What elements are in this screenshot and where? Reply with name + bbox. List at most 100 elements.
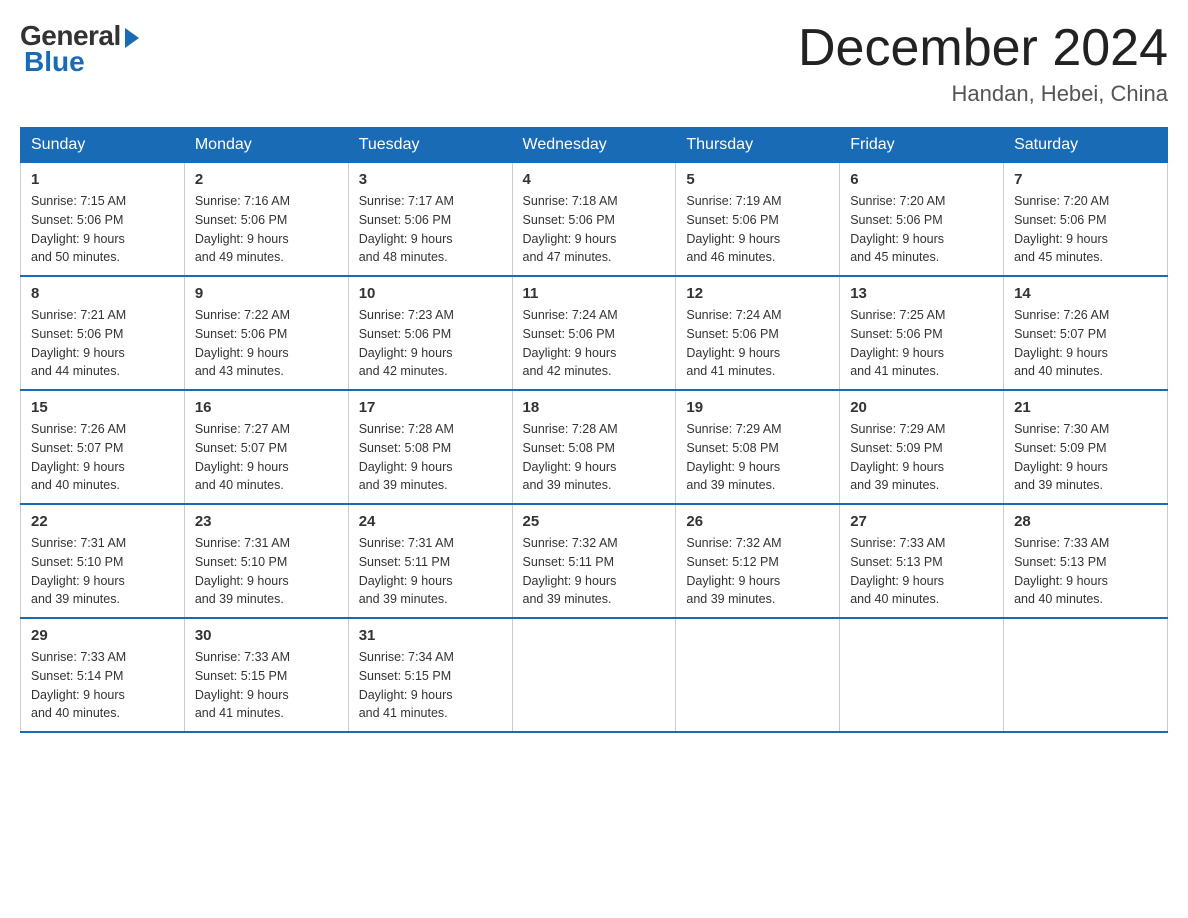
header-saturday: Saturday	[1004, 128, 1168, 163]
calendar-cell: 19 Sunrise: 7:29 AM Sunset: 5:08 PM Dayl…	[676, 390, 840, 504]
calendar-cell: 27 Sunrise: 7:33 AM Sunset: 5:13 PM Dayl…	[840, 504, 1004, 618]
calendar-cell: 8 Sunrise: 7:21 AM Sunset: 5:06 PM Dayli…	[21, 276, 185, 390]
calendar-week-row: 15 Sunrise: 7:26 AM Sunset: 5:07 PM Dayl…	[21, 390, 1168, 504]
day-info: Sunrise: 7:25 AM Sunset: 5:06 PM Dayligh…	[850, 306, 993, 381]
calendar-cell: 3 Sunrise: 7:17 AM Sunset: 5:06 PM Dayli…	[348, 163, 512, 277]
day-info: Sunrise: 7:27 AM Sunset: 5:07 PM Dayligh…	[195, 420, 338, 495]
header-wednesday: Wednesday	[512, 128, 676, 163]
day-number: 14	[1014, 285, 1157, 302]
calendar-cell: 1 Sunrise: 7:15 AM Sunset: 5:06 PM Dayli…	[21, 163, 185, 277]
day-info: Sunrise: 7:32 AM Sunset: 5:12 PM Dayligh…	[686, 534, 829, 609]
calendar-cell	[512, 618, 676, 732]
calendar-week-row: 29 Sunrise: 7:33 AM Sunset: 5:14 PM Dayl…	[21, 618, 1168, 732]
calendar-cell: 15 Sunrise: 7:26 AM Sunset: 5:07 PM Dayl…	[21, 390, 185, 504]
calendar-cell	[1004, 618, 1168, 732]
day-number: 22	[31, 513, 174, 530]
calendar-cell: 16 Sunrise: 7:27 AM Sunset: 5:07 PM Dayl…	[184, 390, 348, 504]
day-info: Sunrise: 7:24 AM Sunset: 5:06 PM Dayligh…	[686, 306, 829, 381]
calendar-week-row: 1 Sunrise: 7:15 AM Sunset: 5:06 PM Dayli…	[21, 163, 1168, 277]
calendar-cell: 23 Sunrise: 7:31 AM Sunset: 5:10 PM Dayl…	[184, 504, 348, 618]
header-thursday: Thursday	[676, 128, 840, 163]
header-tuesday: Tuesday	[348, 128, 512, 163]
day-info: Sunrise: 7:24 AM Sunset: 5:06 PM Dayligh…	[523, 306, 666, 381]
day-info: Sunrise: 7:23 AM Sunset: 5:06 PM Dayligh…	[359, 306, 502, 381]
calendar-subtitle: Handan, Hebei, China	[798, 81, 1168, 107]
day-info: Sunrise: 7:22 AM Sunset: 5:06 PM Dayligh…	[195, 306, 338, 381]
calendar-cell: 21 Sunrise: 7:30 AM Sunset: 5:09 PM Dayl…	[1004, 390, 1168, 504]
calendar-cell: 30 Sunrise: 7:33 AM Sunset: 5:15 PM Dayl…	[184, 618, 348, 732]
calendar-cell: 14 Sunrise: 7:26 AM Sunset: 5:07 PM Dayl…	[1004, 276, 1168, 390]
day-info: Sunrise: 7:34 AM Sunset: 5:15 PM Dayligh…	[359, 648, 502, 723]
day-info: Sunrise: 7:28 AM Sunset: 5:08 PM Dayligh…	[523, 420, 666, 495]
day-number: 24	[359, 513, 502, 530]
day-info: Sunrise: 7:33 AM Sunset: 5:14 PM Dayligh…	[31, 648, 174, 723]
day-number: 25	[523, 513, 666, 530]
calendar-header-row: SundayMondayTuesdayWednesdayThursdayFrid…	[21, 128, 1168, 163]
day-number: 19	[686, 399, 829, 416]
calendar-cell: 25 Sunrise: 7:32 AM Sunset: 5:11 PM Dayl…	[512, 504, 676, 618]
calendar-cell: 22 Sunrise: 7:31 AM Sunset: 5:10 PM Dayl…	[21, 504, 185, 618]
day-number: 4	[523, 171, 666, 188]
day-number: 28	[1014, 513, 1157, 530]
calendar-cell: 4 Sunrise: 7:18 AM Sunset: 5:06 PM Dayli…	[512, 163, 676, 277]
day-number: 27	[850, 513, 993, 530]
calendar-cell	[840, 618, 1004, 732]
day-number: 1	[31, 171, 174, 188]
day-number: 11	[523, 285, 666, 302]
day-number: 9	[195, 285, 338, 302]
header-monday: Monday	[184, 128, 348, 163]
calendar-cell: 26 Sunrise: 7:32 AM Sunset: 5:12 PM Dayl…	[676, 504, 840, 618]
day-number: 7	[1014, 171, 1157, 188]
calendar-cell: 12 Sunrise: 7:24 AM Sunset: 5:06 PM Dayl…	[676, 276, 840, 390]
logo: General Blue	[20, 20, 139, 78]
calendar-cell: 9 Sunrise: 7:22 AM Sunset: 5:06 PM Dayli…	[184, 276, 348, 390]
day-info: Sunrise: 7:19 AM Sunset: 5:06 PM Dayligh…	[686, 192, 829, 267]
day-info: Sunrise: 7:33 AM Sunset: 5:13 PM Dayligh…	[850, 534, 993, 609]
header-friday: Friday	[840, 128, 1004, 163]
day-number: 10	[359, 285, 502, 302]
day-info: Sunrise: 7:26 AM Sunset: 5:07 PM Dayligh…	[31, 420, 174, 495]
calendar-cell: 29 Sunrise: 7:33 AM Sunset: 5:14 PM Dayl…	[21, 618, 185, 732]
day-number: 2	[195, 171, 338, 188]
calendar-cell: 10 Sunrise: 7:23 AM Sunset: 5:06 PM Dayl…	[348, 276, 512, 390]
day-info: Sunrise: 7:20 AM Sunset: 5:06 PM Dayligh…	[850, 192, 993, 267]
day-number: 18	[523, 399, 666, 416]
day-info: Sunrise: 7:31 AM Sunset: 5:10 PM Dayligh…	[31, 534, 174, 609]
day-number: 29	[31, 627, 174, 644]
logo-blue-text: Blue	[20, 46, 85, 78]
calendar-cell: 5 Sunrise: 7:19 AM Sunset: 5:06 PM Dayli…	[676, 163, 840, 277]
day-info: Sunrise: 7:31 AM Sunset: 5:10 PM Dayligh…	[195, 534, 338, 609]
calendar-cell: 18 Sunrise: 7:28 AM Sunset: 5:08 PM Dayl…	[512, 390, 676, 504]
day-info: Sunrise: 7:29 AM Sunset: 5:08 PM Dayligh…	[686, 420, 829, 495]
day-info: Sunrise: 7:20 AM Sunset: 5:06 PM Dayligh…	[1014, 192, 1157, 267]
day-info: Sunrise: 7:28 AM Sunset: 5:08 PM Dayligh…	[359, 420, 502, 495]
day-info: Sunrise: 7:31 AM Sunset: 5:11 PM Dayligh…	[359, 534, 502, 609]
calendar-cell	[676, 618, 840, 732]
day-info: Sunrise: 7:21 AM Sunset: 5:06 PM Dayligh…	[31, 306, 174, 381]
day-number: 23	[195, 513, 338, 530]
day-number: 26	[686, 513, 829, 530]
day-number: 16	[195, 399, 338, 416]
day-number: 21	[1014, 399, 1157, 416]
day-info: Sunrise: 7:26 AM Sunset: 5:07 PM Dayligh…	[1014, 306, 1157, 381]
day-number: 17	[359, 399, 502, 416]
logo-arrow-icon	[125, 28, 139, 48]
day-info: Sunrise: 7:15 AM Sunset: 5:06 PM Dayligh…	[31, 192, 174, 267]
day-number: 3	[359, 171, 502, 188]
day-number: 6	[850, 171, 993, 188]
calendar-cell: 24 Sunrise: 7:31 AM Sunset: 5:11 PM Dayl…	[348, 504, 512, 618]
day-number: 20	[850, 399, 993, 416]
day-info: Sunrise: 7:16 AM Sunset: 5:06 PM Dayligh…	[195, 192, 338, 267]
calendar-cell: 6 Sunrise: 7:20 AM Sunset: 5:06 PM Dayli…	[840, 163, 1004, 277]
page-header: General Blue December 2024 Handan, Hebei…	[20, 20, 1168, 107]
calendar-table: SundayMondayTuesdayWednesdayThursdayFrid…	[20, 127, 1168, 733]
calendar-cell: 11 Sunrise: 7:24 AM Sunset: 5:06 PM Dayl…	[512, 276, 676, 390]
day-number: 8	[31, 285, 174, 302]
calendar-cell: 2 Sunrise: 7:16 AM Sunset: 5:06 PM Dayli…	[184, 163, 348, 277]
day-info: Sunrise: 7:18 AM Sunset: 5:06 PM Dayligh…	[523, 192, 666, 267]
day-number: 30	[195, 627, 338, 644]
day-info: Sunrise: 7:30 AM Sunset: 5:09 PM Dayligh…	[1014, 420, 1157, 495]
day-number: 5	[686, 171, 829, 188]
day-info: Sunrise: 7:17 AM Sunset: 5:06 PM Dayligh…	[359, 192, 502, 267]
day-number: 12	[686, 285, 829, 302]
